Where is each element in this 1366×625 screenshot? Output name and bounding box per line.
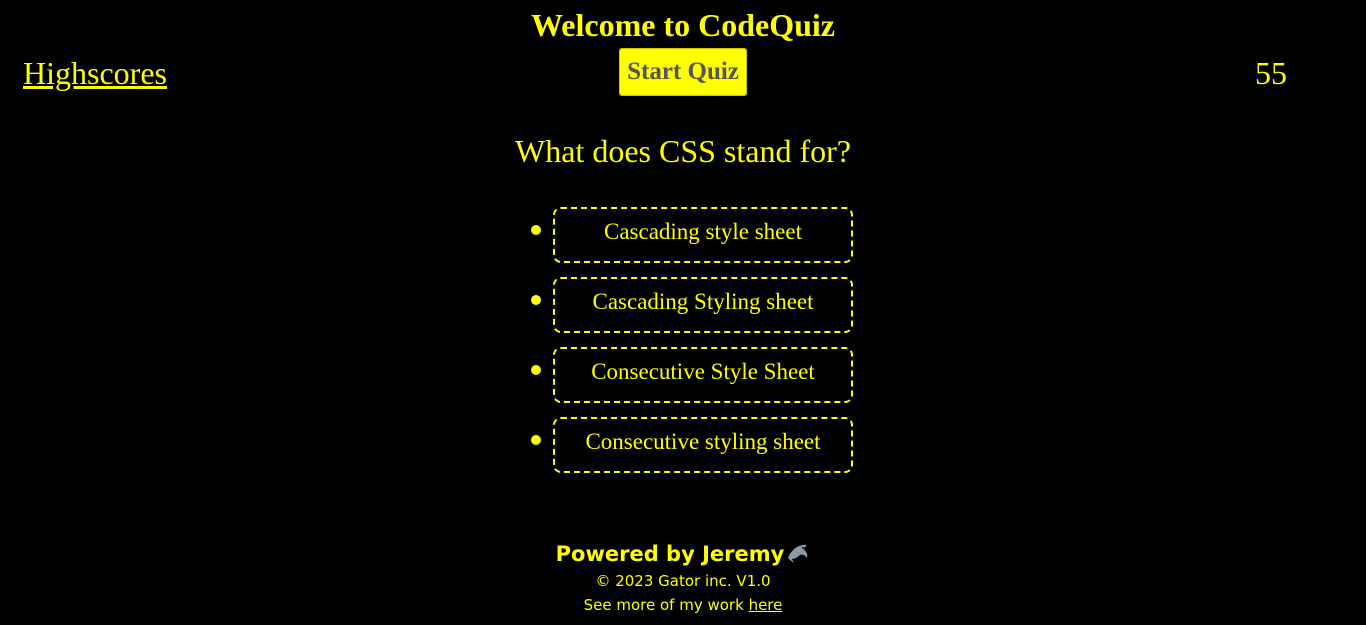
page-title: Welcome to CodeQuiz	[531, 7, 835, 43]
answer-button-3[interactable]: Consecutive Style Sheet	[553, 347, 853, 403]
dolphin-icon	[786, 542, 810, 564]
portfolio-link[interactable]: here	[749, 596, 783, 614]
answer-button-1[interactable]: Cascading style sheet	[553, 207, 853, 263]
answer-button-4[interactable]: Consecutive styling sheet	[553, 417, 853, 473]
page: Welcome to CodeQuiz Highscores Start Qui…	[0, 0, 1366, 625]
question-text: What does CSS stand for?	[515, 133, 851, 169]
bullet-icon	[531, 365, 541, 375]
copyright-text: © 2023 Gator inc. V1.0	[595, 572, 771, 590]
answer-item: Cascading style sheet	[526, 207, 853, 263]
powered-by-text: Powered by Jeremy	[555, 542, 785, 566]
more-work: See more of my work here	[0, 594, 1366, 616]
answer-list: Cascading style sheet Cascading Styling …	[526, 207, 853, 490]
bullet-icon	[531, 435, 541, 445]
highscores-link[interactable]: Highscores	[23, 55, 167, 91]
bullet-icon	[531, 225, 541, 235]
start-quiz-button[interactable]: Start Quiz	[619, 48, 747, 96]
bullet-icon	[531, 295, 541, 305]
answer-button-2[interactable]: Cascading Styling sheet	[553, 277, 853, 333]
answer-item: Consecutive styling sheet	[526, 417, 853, 473]
powered-by: Powered by Jeremy	[0, 540, 1366, 568]
answer-item: Cascading Styling sheet	[526, 277, 853, 333]
answer-item: Consecutive Style Sheet	[526, 347, 853, 403]
timer: 55	[1255, 55, 1287, 91]
footer: Powered by Jeremy © 2023 Gator inc. V1.0…	[0, 540, 1366, 616]
more-work-text: See more of my work	[583, 596, 744, 614]
